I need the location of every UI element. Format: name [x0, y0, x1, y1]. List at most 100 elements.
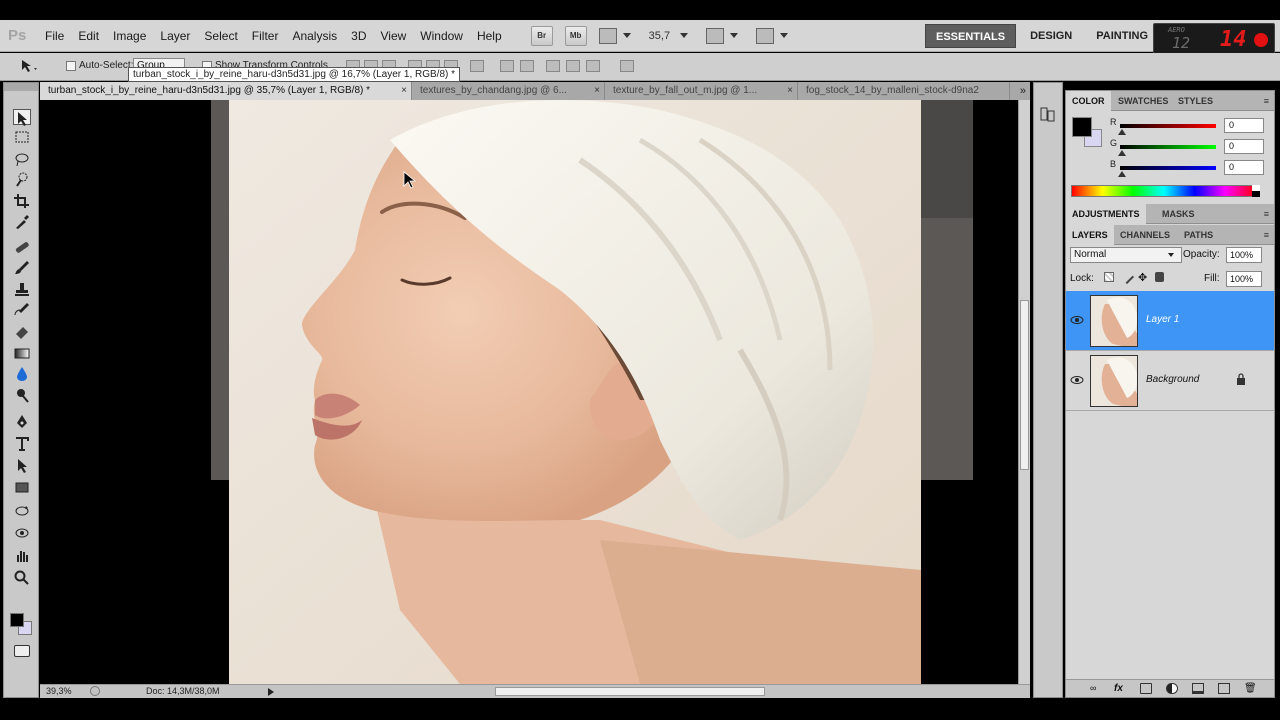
green-value[interactable]: 0	[1224, 139, 1264, 154]
tab-paths[interactable]: PATHS	[1178, 225, 1219, 245]
lock-all-icon[interactable]	[1155, 272, 1164, 282]
distribute-right-icon[interactable]	[586, 60, 600, 72]
doc-tab-turban[interactable]: turban_stock_i_by_reine_haru-d3n5d31.jpg…	[40, 82, 412, 100]
tab-channels[interactable]: CHANNELS	[1114, 225, 1176, 245]
3d-orbit-icon[interactable]	[13, 525, 31, 541]
vertical-scroll-thumb[interactable]	[1020, 300, 1029, 470]
lock-transparency-icon[interactable]	[1104, 272, 1114, 282]
tools-panel-grip[interactable]	[4, 83, 38, 91]
brush-icon[interactable]	[13, 259, 31, 275]
view-extras-icon[interactable]	[598, 27, 617, 44]
arrange-documents-icon[interactable]	[706, 27, 725, 44]
zoom-icon[interactable]	[13, 569, 31, 585]
tab-swatches[interactable]: SWATCHES	[1112, 91, 1174, 111]
eye-icon[interactable]	[1070, 313, 1084, 327]
view-extras-dropdown-icon[interactable]	[622, 33, 631, 38]
black-white-ramp[interactable]	[1252, 185, 1260, 197]
menu-window[interactable]: Window	[413, 21, 470, 51]
adjustment-layer-icon[interactable]	[1166, 683, 1178, 694]
menu-view[interactable]: View	[373, 21, 413, 51]
tab-styles[interactable]: STYLES	[1172, 91, 1219, 111]
path-select-icon[interactable]	[13, 457, 31, 473]
link-layers-icon[interactable]: ∞	[1090, 683, 1102, 694]
menu-filter[interactable]: Filter	[245, 21, 286, 51]
menu-3d[interactable]: 3D	[344, 21, 373, 51]
blue-track[interactable]	[1120, 166, 1216, 170]
vertical-scrollbar[interactable]	[1018, 100, 1030, 684]
menu-analysis[interactable]: Analysis	[285, 21, 344, 51]
3d-rotate-icon[interactable]	[13, 503, 31, 519]
move-icon[interactable]	[13, 109, 31, 126]
opacity-input[interactable]: 100%	[1226, 247, 1262, 263]
menu-help[interactable]: Help	[470, 21, 509, 51]
eye-icon[interactable]	[1070, 373, 1084, 387]
layer-style-icon[interactable]: fx	[1114, 683, 1126, 694]
auto-select-checkbox[interactable]	[66, 61, 76, 71]
new-layer-icon[interactable]	[1218, 683, 1230, 694]
red-track[interactable]	[1120, 124, 1216, 128]
status-menu-arrow-icon[interactable]	[268, 688, 274, 696]
blue-knob[interactable]	[1118, 171, 1126, 177]
zoom-dropdown-icon[interactable]	[680, 33, 689, 38]
menu-file[interactable]: File	[38, 21, 71, 51]
green-track[interactable]	[1120, 145, 1216, 149]
doc-tab-texture[interactable]: texture_by_fall_out_m.jpg @ 1... ×	[605, 82, 798, 100]
gradient-icon[interactable]	[13, 345, 31, 361]
menu-edit[interactable]: Edit	[71, 21, 106, 51]
layer-row-layer-1[interactable]: Layer 1	[1066, 291, 1274, 351]
workspace-design[interactable]: DESIGN	[1020, 26, 1082, 46]
marquee-icon[interactable]	[13, 129, 31, 145]
distribute-vcenter-icon[interactable]	[500, 60, 514, 72]
layer-name[interactable]: Layer 1	[1146, 314, 1179, 325]
menu-select[interactable]: Select	[197, 21, 244, 51]
new-group-icon[interactable]	[1192, 683, 1204, 694]
panel-menu-icon[interactable]: ≡	[1264, 230, 1269, 240]
close-icon[interactable]: ×	[787, 82, 793, 100]
menu-image[interactable]: Image	[106, 21, 153, 51]
dodge-icon[interactable]	[13, 387, 31, 403]
status-info-icon[interactable]	[90, 686, 100, 696]
clone-stamp-icon[interactable]	[13, 281, 31, 297]
move-tool-preset-icon[interactable]	[20, 59, 40, 73]
green-slider[interactable]: G 0	[1110, 138, 1268, 158]
history-panel-icon[interactable]	[1040, 107, 1056, 123]
lock-position-icon[interactable]: ✥	[1138, 271, 1147, 284]
photo-turban-woman[interactable]	[40, 100, 1018, 684]
history-brush-icon[interactable]	[13, 301, 31, 317]
red-value[interactable]: 0	[1224, 118, 1264, 133]
lasso-icon[interactable]	[13, 151, 31, 167]
blend-mode-chevron-icon[interactable]	[1168, 253, 1174, 257]
bridge-button[interactable]: Br	[530, 25, 553, 46]
tab-layers[interactable]: LAYERS	[1066, 225, 1114, 245]
doc-tab-textures[interactable]: textures_by_chandang.jpg @ 6... ×	[412, 82, 605, 100]
hand-icon[interactable]	[13, 547, 31, 563]
layer-name[interactable]: Background	[1146, 374, 1199, 385]
lock-image-icon[interactable]	[1119, 269, 1135, 285]
blend-mode-dropdown[interactable]: Normal	[1070, 247, 1182, 263]
distribute-left-icon[interactable]	[546, 60, 560, 72]
horizontal-scroll-thumb[interactable]	[495, 687, 765, 696]
tools-color-swatches[interactable]	[10, 613, 36, 639]
crop-icon[interactable]	[13, 193, 31, 209]
distribute-top-icon[interactable]	[470, 60, 484, 72]
document-canvas[interactable]	[40, 100, 1018, 684]
delete-layer-icon[interactable]: 🗑	[1244, 683, 1257, 694]
type-icon[interactable]	[13, 435, 31, 451]
cs-live-widget[interactable]: AERO 12 14	[1153, 23, 1275, 57]
quick-mask-icon[interactable]	[14, 645, 30, 657]
close-icon[interactable]: ×	[401, 82, 407, 100]
distribute-bottom-icon[interactable]	[520, 60, 534, 72]
eyedropper-icon[interactable]	[13, 213, 31, 229]
mini-bridge-button[interactable]: Mb	[564, 25, 587, 46]
red-slider[interactable]: R 0	[1110, 117, 1268, 137]
shape-icon[interactable]	[13, 479, 31, 495]
eraser-icon[interactable]	[13, 323, 31, 339]
add-mask-icon[interactable]	[1140, 683, 1152, 694]
blue-slider[interactable]: B 0	[1110, 159, 1268, 179]
color-spectrum[interactable]	[1071, 185, 1257, 197]
screen-mode-icon[interactable]	[756, 27, 775, 44]
status-zoom[interactable]: 39,3%	[46, 685, 72, 698]
zoom-level[interactable]: 35,7	[649, 30, 670, 42]
quick-select-icon[interactable]	[13, 171, 31, 187]
doc-tab-fog[interactable]: fog_stock_14_by_malleni_stock-d9na2	[798, 82, 1010, 100]
